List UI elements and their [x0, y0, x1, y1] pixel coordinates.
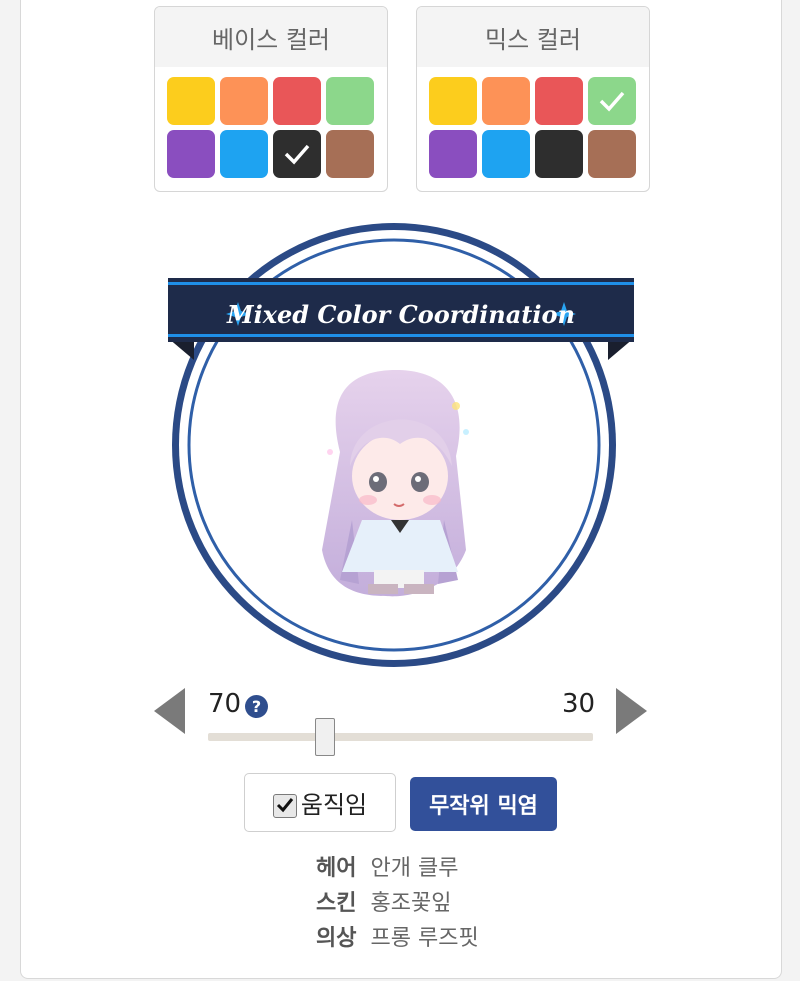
base-swatch-red[interactable] [273, 77, 321, 125]
mix-swatch-orange[interactable] [482, 77, 530, 125]
mix-swatch-purple[interactable] [429, 130, 477, 178]
base-swatch-blue[interactable] [220, 130, 268, 178]
detail-hair-value: 안개 클루 [370, 856, 459, 881]
check-icon [599, 91, 625, 112]
detail-outfit-value: 프롱 루즈핏 [370, 926, 479, 951]
mix-swatch-yellow[interactable] [429, 77, 477, 125]
motion-label: 움직임 [300, 791, 368, 819]
detail-skin-value: 홍조꽃잎 [370, 891, 452, 916]
random-mix-button[interactable]: 무작위 믹염 [410, 777, 557, 831]
base-swatch-orange[interactable] [220, 77, 268, 125]
base-swatch-green[interactable] [326, 77, 374, 125]
mix-swatch-black[interactable] [535, 130, 583, 178]
ratio-slider-thumb[interactable] [314, 718, 335, 756]
base-swatch-yellow[interactable] [167, 77, 215, 125]
help-icon[interactable]: ? [245, 695, 268, 718]
ratio-decrease-arrow-icon[interactable] [154, 688, 185, 734]
ratio-slider-track[interactable] [208, 733, 593, 741]
detail-outfit-key: 의상 [316, 926, 357, 951]
check-icon [284, 144, 310, 165]
motion-checkbox[interactable] [272, 793, 297, 818]
character-sprite [322, 370, 469, 597]
detail-skin: 스킨 홍조꽃잎 [316, 885, 451, 917]
mix-ratio-value: 30 [562, 689, 596, 719]
ratio-increase-arrow-icon[interactable] [616, 688, 647, 734]
check-icon [276, 797, 294, 812]
base-swatch-black[interactable] [273, 130, 321, 178]
banner-title: Mixed Color Coordination [226, 300, 575, 329]
mix-color-title: 믹스 컬러 [417, 7, 649, 67]
mix-swatch-green[interactable] [588, 77, 636, 125]
detail-hair: 헤어 안개 클루 [316, 850, 458, 882]
banner: Mixed Color Coordination [168, 278, 634, 342]
base-color-swatches [155, 67, 387, 178]
mix-swatch-brown[interactable] [588, 130, 636, 178]
detail-skin-key: 스킨 [316, 891, 357, 916]
character-preview: Mixed Color Coordination [154, 220, 634, 675]
base-color-palette: 베이스 컬러 [154, 6, 388, 192]
base-ratio-value: 70 [208, 689, 242, 719]
base-swatch-purple[interactable] [167, 130, 215, 178]
mix-color-swatches [417, 67, 649, 178]
base-swatch-brown[interactable] [326, 130, 374, 178]
base-color-title: 베이스 컬러 [155, 7, 387, 67]
detail-outfit: 의상 프롱 루즈핏 [316, 920, 479, 952]
mix-swatch-blue[interactable] [482, 130, 530, 178]
mix-swatch-red[interactable] [535, 77, 583, 125]
detail-hair-key: 헤어 [316, 856, 357, 881]
mix-color-palette: 믹스 컬러 [416, 6, 650, 192]
motion-toggle[interactable]: 움직임 [244, 773, 396, 832]
